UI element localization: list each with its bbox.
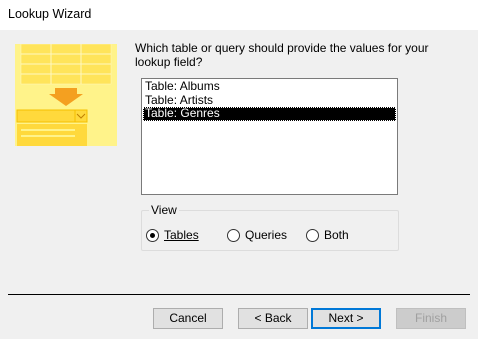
view-group-label: View [149,203,179,217]
list-item-genres[interactable]: Table: Genres [143,107,396,121]
title-bar: Lookup Wizard [0,0,478,30]
back-button[interactable]: < Back [238,308,308,329]
wizard-question: Which table or query should provide the … [135,41,429,69]
finish-button: Finish [396,308,466,329]
radio-both-label: Both [324,228,349,242]
next-button[interactable]: Next > [311,308,381,329]
radio-tables[interactable]: Tables [146,228,199,242]
radio-both-indicator[interactable] [306,228,319,242]
lookup-wizard-illustration [15,44,117,146]
footer-separator [8,294,470,295]
window-title: Lookup Wizard [8,7,92,21]
list-item-artists[interactable]: Table: Artists [143,93,396,108]
radio-tables-label: Tables [164,228,199,242]
radio-tables-indicator[interactable] [146,228,159,242]
radio-queries-label: Queries [245,228,288,242]
cancel-button[interactable]: Cancel [153,308,223,329]
radio-queries-indicator[interactable] [227,228,240,242]
table-query-listbox[interactable]: Table: Albums Table: Artists Table: Genr… [141,78,398,195]
radio-queries[interactable]: Queries [227,228,287,242]
radio-both[interactable]: Both [306,228,349,242]
list-item-albums[interactable]: Table: Albums [143,80,396,94]
